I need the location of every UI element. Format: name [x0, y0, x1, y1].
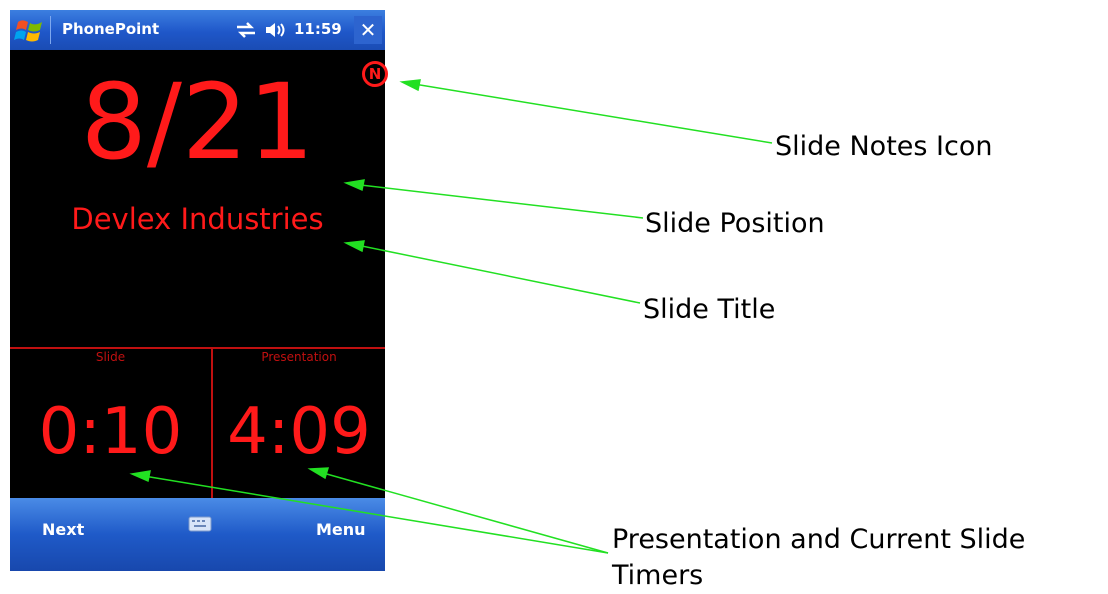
- callout-slide-notes-icon: Slide Notes Icon: [775, 131, 993, 162]
- callout-timers-line1: Presentation and Current Slide: [612, 524, 1026, 555]
- callout-slide-position: Slide Position: [645, 208, 825, 239]
- arrow-notes: [407, 82, 773, 144]
- arrowhead-position: [343, 179, 365, 192]
- arrowhead-slide-timer: [129, 470, 151, 483]
- callout-timers: Presentation and Current Slide Timers: [612, 522, 1108, 594]
- arrowhead-notes: [399, 79, 421, 92]
- arrow-title: [351, 243, 641, 304]
- arrowhead-title: [343, 240, 365, 253]
- arrowhead-presentation-timer: [307, 467, 330, 480]
- callout-timers-line2: Timers: [612, 560, 704, 591]
- callout-slide-title: Slide Title: [643, 294, 776, 325]
- arrow-position: [351, 183, 644, 219]
- callout-arrows: [129, 79, 773, 554]
